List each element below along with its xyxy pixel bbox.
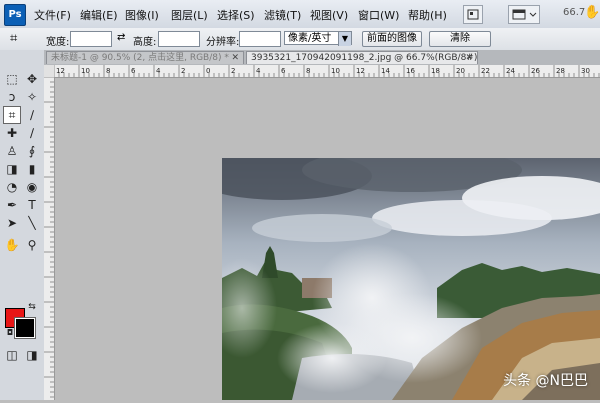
- screen-mode-button[interactable]: [508, 5, 540, 24]
- ruler-label: 24: [506, 67, 515, 75]
- ruler-label: 16: [406, 67, 415, 75]
- line-tool-icon[interactable]: ╲: [23, 214, 41, 232]
- clear-button[interactable]: 清除: [429, 31, 491, 47]
- watermark-text: 头条 @N巴巴: [503, 373, 588, 389]
- ruler-label: 20: [456, 67, 465, 75]
- pen-tool-icon[interactable]: ✒: [3, 196, 21, 214]
- history-brush-icon[interactable]: ∮: [23, 142, 41, 160]
- menu-view[interactable]: 视图(V): [310, 7, 348, 23]
- menu-filter[interactable]: 滤镜(T): [264, 7, 301, 23]
- ruler-label: 14: [381, 67, 390, 75]
- ruler-label: 8: [106, 67, 110, 75]
- menu-image[interactable]: 图像(I): [125, 7, 159, 23]
- type-tool-icon[interactable]: T: [23, 196, 41, 214]
- tab-photo[interactable]: 3935321_170942091198_2.jpg @ 66.7%(RGB/8…: [246, 51, 478, 64]
- resolution-unit-select[interactable]: 像素/英寸 ▼: [284, 31, 352, 46]
- ruler-label: 12: [356, 67, 365, 75]
- marquee-tool-icon[interactable]: ⬚: [3, 70, 21, 88]
- hand-tool-icon[interactable]: ✋: [3, 236, 21, 254]
- quick-mask-mode-icon[interactable]: ◨: [23, 346, 41, 364]
- width-label: 宽度:: [46, 37, 70, 48]
- zoom-tool-icon[interactable]: ⚲: [23, 236, 41, 254]
- landscape-photo: [222, 158, 600, 400]
- ruler-label: 12: [56, 67, 65, 75]
- dodge-tool-icon[interactable]: ◉: [23, 178, 41, 196]
- tab-label: 3935321_170942091198_2.jpg @ 66.7%(RGB/8…: [251, 53, 478, 63]
- healing-brush-icon[interactable]: ✚: [3, 124, 21, 142]
- ruler-label: 8: [306, 67, 310, 75]
- vertical-ruler[interactable]: [44, 76, 55, 400]
- crop-tool-icon[interactable]: ⌗: [10, 31, 17, 46]
- crop-tool-icon[interactable]: ⌗: [3, 106, 21, 124]
- close-icon[interactable]: ✕: [465, 52, 473, 64]
- path-select-icon[interactable]: ➤: [3, 214, 21, 232]
- height-input[interactable]: [158, 31, 200, 47]
- front-image-button[interactable]: 前面的图像: [362, 31, 422, 47]
- menu-layer[interactable]: 图层(L): [171, 7, 208, 23]
- ruler-label: 4: [256, 67, 261, 75]
- screen-mode-icon: [512, 9, 537, 20]
- ruler-label: 6: [131, 67, 136, 75]
- blur-tool-icon[interactable]: ◔: [3, 178, 21, 196]
- ruler-label: 30: [581, 67, 590, 75]
- ruler-label: 10: [81, 67, 90, 75]
- ruler-label: 18: [431, 67, 440, 75]
- chevron-down-icon: ▼: [338, 32, 351, 46]
- move-tool-icon[interactable]: ✥: [23, 70, 41, 88]
- tab-untitled-1[interactable]: 未标题-1 @ 90.5% (2, 点击这里, RGB/8) * ✕: [46, 51, 244, 64]
- bridge-button[interactable]: [463, 5, 483, 24]
- horizontal-ruler[interactable]: 12 10 8 6 4 2 0 2 4 6 8 10 12 14 16 18 20 22 24 26 28 30: [54, 65, 600, 78]
- menu-select[interactable]: 选择(S): [217, 7, 255, 23]
- brush-tool-icon[interactable]: ∕: [23, 124, 41, 142]
- eyedropper-icon[interactable]: ∕: [23, 106, 41, 124]
- close-icon[interactable]: ✕: [231, 52, 239, 64]
- stamp-tool-icon[interactable]: ♙: [3, 142, 21, 160]
- ruler-label: 6: [281, 67, 286, 75]
- gradient-tool-icon[interactable]: ▮: [23, 160, 41, 178]
- height-label: 高度:: [133, 37, 157, 48]
- ruler-label: 10: [331, 67, 340, 75]
- ruler-label: 26: [531, 67, 540, 75]
- menu-edit[interactable]: 编辑(E): [80, 7, 118, 23]
- width-input[interactable]: [70, 31, 112, 47]
- magic-wand-icon[interactable]: ✧: [23, 88, 41, 106]
- resolution-label: 分辨率:: [206, 37, 240, 48]
- ruler-label: 2: [181, 67, 185, 75]
- menu-help[interactable]: 帮助(H): [408, 7, 447, 23]
- hand-icon[interactable]: ✋: [584, 5, 600, 20]
- document-image[interactable]: 头条 @N巴巴: [222, 158, 600, 400]
- resolution-input[interactable]: [239, 31, 281, 47]
- ruler-label: 2: [231, 67, 235, 75]
- ruler-ticks: 12 10 8 6 4 2 0 2 4 6 8 10 12 14 16 18 20 22 24 26 28 30: [54, 65, 600, 77]
- ruler-label: 0: [206, 67, 210, 75]
- ruler-label: 22: [481, 67, 490, 75]
- tab-label: 未标题-1 @ 90.5% (2, 点击这里, RGB/8) *: [51, 53, 229, 63]
- ruler-label: 4: [156, 67, 161, 75]
- ruler-label: 28: [556, 67, 565, 75]
- menu-window[interactable]: 窗口(W): [358, 7, 399, 23]
- photoshop-logo: Ps: [4, 4, 26, 26]
- lasso-tool-icon[interactable]: ↄ: [3, 88, 21, 106]
- default-colors-icon[interactable]: ◘: [1, 324, 19, 342]
- swap-colors-icon[interactable]: ⇆: [23, 298, 41, 316]
- bridge-icon: [467, 9, 479, 20]
- menu-file[interactable]: 文件(F): [34, 7, 71, 23]
- swap-icon[interactable]: ⇄: [117, 32, 125, 43]
- zoom-level[interactable]: 66.7: [563, 7, 585, 18]
- eraser-tool-icon[interactable]: ◨: [3, 160, 21, 178]
- options-bar: ⌗ 宽度: ⇄ 高度: 分辨率: 像素/英寸 ▼ 前面的图像 清除: [0, 28, 600, 51]
- document-tabs: 未标题-1 @ 90.5% (2, 点击这里, RGB/8) * ✕ 39353…: [44, 50, 600, 66]
- ruler-ticks: [44, 76, 54, 398]
- tools-panel: ⬚ ✥ ↄ ✧ ⌗ ∕ ✚ ∕ ♙ ∮ ◨ ▮ ◔ ◉ ✒ T ➤ ╲ ✋ ⚲ …: [0, 50, 45, 400]
- resolution-unit-value: 像素/英寸: [288, 33, 332, 44]
- menu-bar: Ps 文件(F) 编辑(E) 图像(I) 图层(L) 选择(S) 滤镜(T) 视…: [0, 0, 600, 29]
- quick-mask-icon[interactable]: ◫: [3, 346, 21, 364]
